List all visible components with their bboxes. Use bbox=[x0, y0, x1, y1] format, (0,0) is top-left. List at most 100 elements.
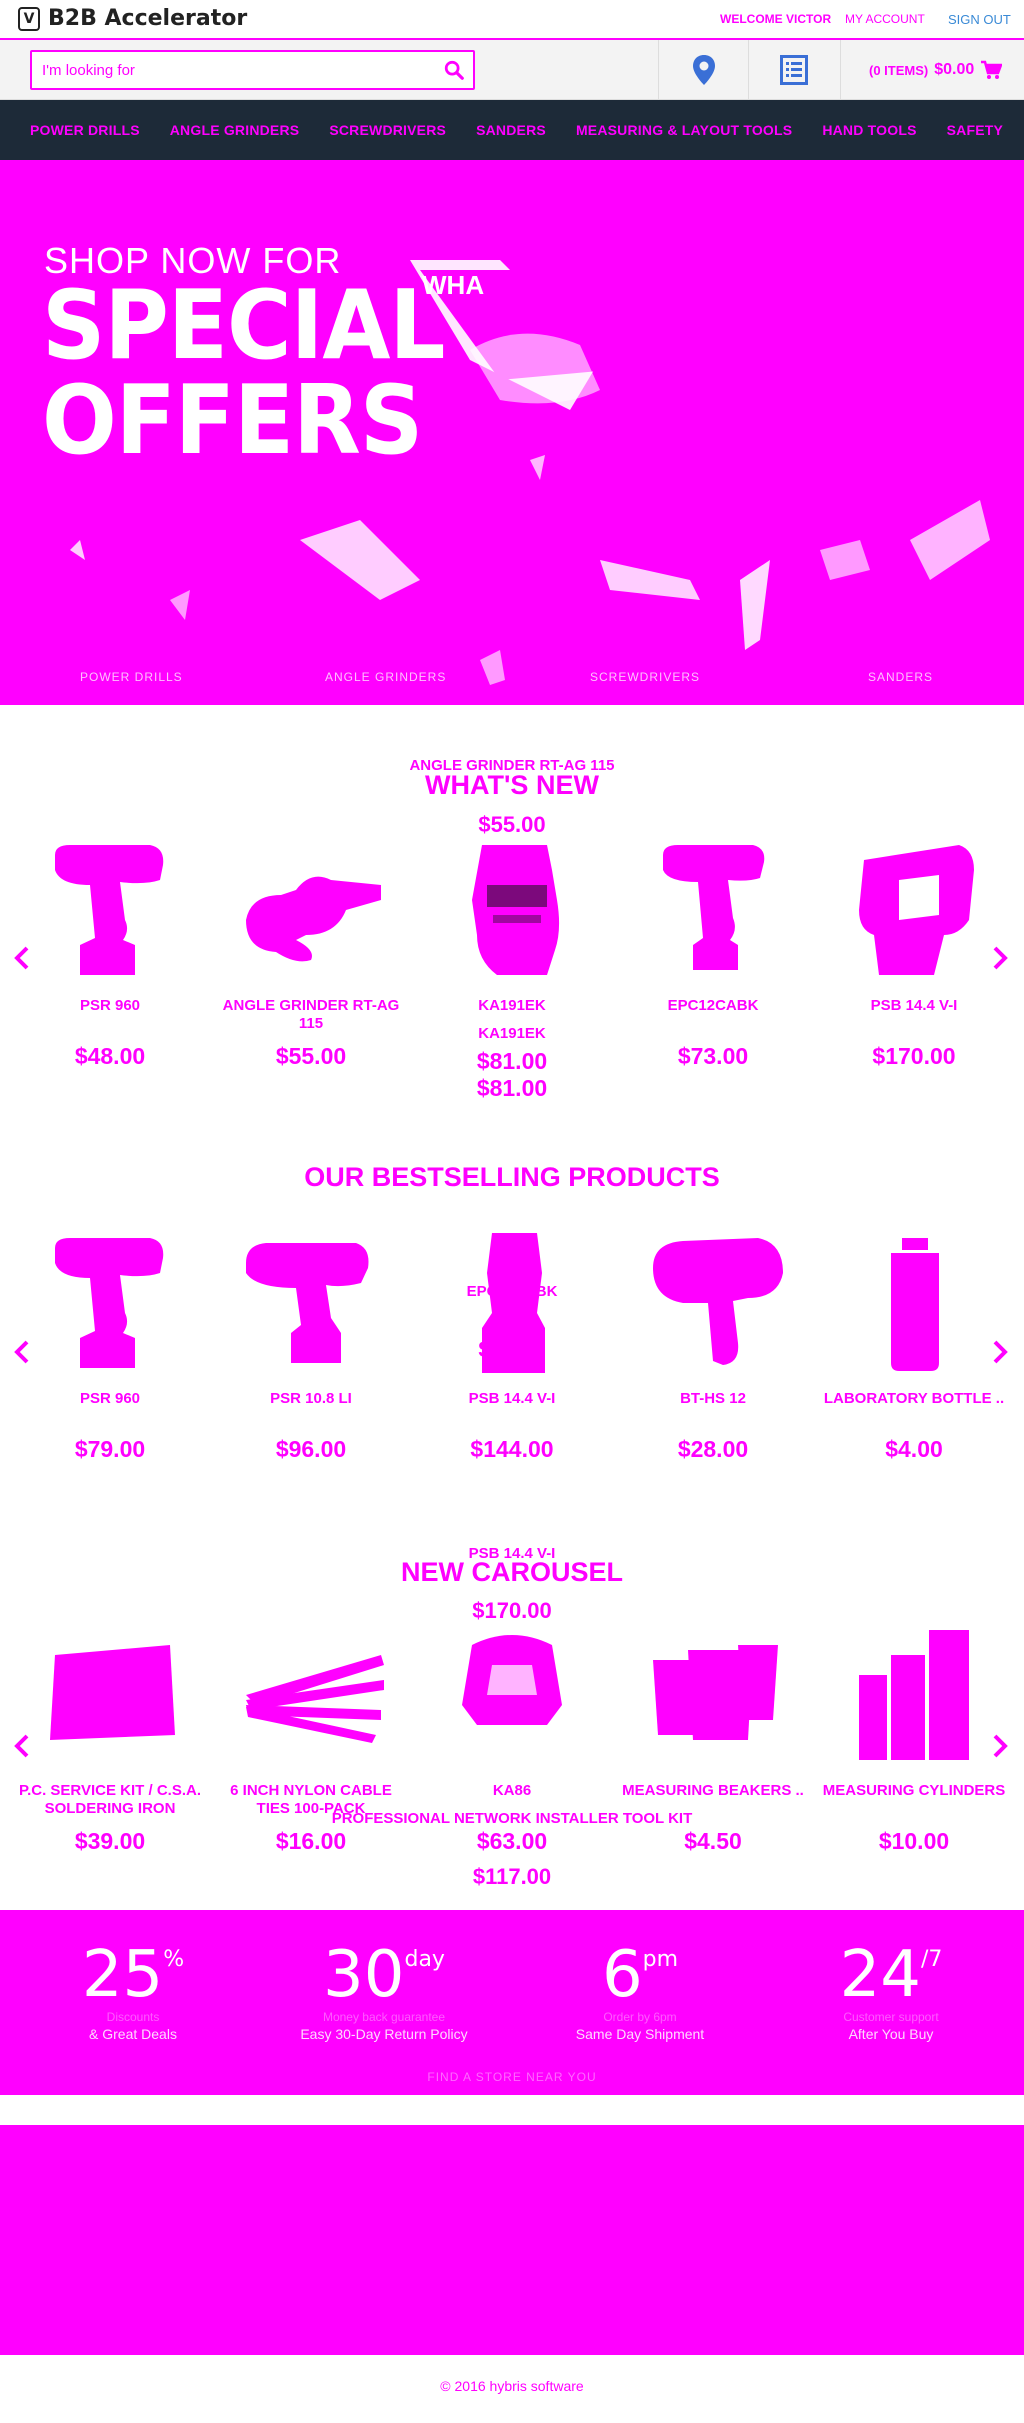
hero-banner[interactable]: SHOP NOW FOR SPECIAL OFFERS WHA POWER DR… bbox=[0, 160, 1024, 705]
nav-item-sanders[interactable]: SANDERS bbox=[476, 122, 546, 138]
product-card[interactable]: ANGLE GRINDER RT-AG 115 $55.00 bbox=[211, 840, 411, 1070]
product-price: $4.50 bbox=[684, 1828, 742, 1854]
mini-cart[interactable]: (0 ITEMS) $0.00 bbox=[840, 40, 1024, 100]
sign-out-link[interactable]: SIGN OUT bbox=[948, 12, 1011, 27]
tool-kit-icon bbox=[472, 845, 560, 975]
hero-label-angle-grinders[interactable]: ANGLE GRINDERS bbox=[325, 670, 446, 684]
feature-description: Same Day Shipment bbox=[575, 2026, 705, 2042]
hero-overlay-text: WHA bbox=[422, 270, 485, 300]
beakers-icon bbox=[653, 1645, 778, 1740]
product-price: $48.00 bbox=[74, 1043, 146, 1069]
grinder-icon bbox=[246, 876, 381, 962]
cable-ties-icon bbox=[246, 1655, 384, 1743]
product-card[interactable]: PSR 10.8 LI $96.00 bbox=[211, 1233, 411, 1463]
features-footer-link[interactable]: FIND A STORE NEAR YOU bbox=[0, 2070, 1024, 2084]
hero-label-sanders[interactable]: SANDERS bbox=[868, 670, 933, 684]
hover-product-price: $170.00 bbox=[472, 1598, 552, 1623]
product-name[interactable]: MEASURING CYLINDERS bbox=[814, 1782, 1014, 1822]
drill-icon bbox=[663, 845, 765, 970]
nav-item-measuring-layout-tools[interactable]: MEASURING & LAYOUT TOOLS bbox=[576, 122, 792, 138]
product-name[interactable]: P.C. SERVICE KIT / C.S.A. SOLDERING IRON bbox=[10, 1782, 210, 1822]
feature-caption: Money back guarantee bbox=[322, 2010, 446, 2024]
feature-unit: day bbox=[404, 1947, 445, 1972]
product-name[interactable]: PSR 960 bbox=[10, 1390, 210, 1430]
hammer-drill-icon bbox=[859, 845, 974, 975]
hero-title-line-2: OFFERS bbox=[42, 364, 423, 476]
hero-label-power-drills[interactable]: POWER DRILLS bbox=[80, 670, 183, 684]
product-name[interactable]: LABORATORY BOTTLE .. bbox=[814, 1390, 1014, 1430]
hero-category-labels: POWER DRILLS ANGLE GRINDERS SCREWDRIVERS… bbox=[0, 670, 1024, 694]
product-name[interactable]: ANGLE GRINDER RT-AG 115 bbox=[211, 997, 411, 1037]
brand-logo[interactable]: V B2B Accelerator bbox=[18, 6, 247, 31]
overlay-product-name: PROFESSIONAL NETWORK INSTALLER TOOL KIT bbox=[331, 1810, 693, 1827]
product-card[interactable]: MEASURING CYLINDERS $10.00 bbox=[814, 1625, 1014, 1855]
store-finder-button[interactable] bbox=[658, 40, 748, 100]
hover-product-price: $55.00 bbox=[478, 812, 546, 837]
feature-discounts: 25% Discounts & Great Deals bbox=[5, 1940, 261, 2042]
feature-description: After You Buy bbox=[848, 2026, 934, 2042]
product-card[interactable]: P.C. SERVICE KIT / C.S.A. SOLDERING IRON… bbox=[10, 1625, 210, 1855]
product-card[interactable]: PSR 960 $48.00 bbox=[10, 840, 210, 1070]
bottle-icon bbox=[891, 1238, 939, 1371]
product-name[interactable]: EPC12CABK bbox=[613, 997, 813, 1037]
feature-caption: Order by 6pm bbox=[603, 2010, 677, 2024]
feature-value: 30 bbox=[323, 1938, 405, 2012]
search-input[interactable] bbox=[32, 52, 432, 88]
product-card[interactable]: PSB 14.4 V-I $170.00 bbox=[814, 840, 1014, 1070]
product-card[interactable]: BT-HS 12 $28.00 bbox=[613, 1233, 813, 1463]
duplicate-product-price: $81.00 bbox=[476, 1075, 548, 1101]
product-card[interactable]: PSR 960 $79.00 bbox=[10, 1233, 210, 1463]
drill-icon bbox=[246, 1243, 369, 1363]
feature-support: 24/7 Customer support After You Buy bbox=[763, 1940, 1019, 2042]
copyright: © 2016 hybris software bbox=[440, 2378, 584, 2394]
product-name[interactable]: PSR 10.8 LI bbox=[211, 1390, 411, 1430]
list-icon bbox=[779, 55, 808, 85]
product-price: $73.00 bbox=[677, 1043, 749, 1069]
product-price: $170.00 bbox=[872, 1043, 956, 1069]
feature-unit: /7 bbox=[921, 1947, 943, 1972]
new-carousel-title: NEW CAROUSEL bbox=[401, 1557, 623, 1587]
product-price: $39.00 bbox=[74, 1828, 146, 1854]
category-nav: POWER DRILLS ANGLE GRINDERS SCREWDRIVERS… bbox=[0, 100, 1024, 160]
nav-item-screwdrivers[interactable]: SCREWDRIVERS bbox=[329, 122, 446, 138]
nav-item-safety[interactable]: SAFETY bbox=[947, 122, 1003, 138]
feature-caption: Discounts bbox=[106, 2010, 160, 2024]
product-price: $79.00 bbox=[74, 1436, 146, 1462]
drill-icon bbox=[55, 1238, 164, 1368]
product-name[interactable]: PSB 14.4 V-I bbox=[412, 1390, 612, 1430]
logo-icon: V bbox=[18, 6, 40, 31]
product-price: $55.00 bbox=[275, 1043, 347, 1069]
search-icon[interactable] bbox=[443, 59, 465, 81]
product-name[interactable]: BT-HS 12 bbox=[613, 1390, 813, 1430]
product-name[interactable]: PSR 960 bbox=[10, 997, 210, 1037]
product-price: $81.00 bbox=[476, 1048, 548, 1074]
heat-gun-icon bbox=[653, 1238, 783, 1365]
product-card[interactable]: KA191EK KA191EK $81.00 $81.00 bbox=[412, 840, 612, 1102]
product-price: $96.00 bbox=[275, 1436, 347, 1462]
quick-order-button[interactable] bbox=[748, 40, 838, 100]
my-account-link[interactable]: MY ACCOUNT bbox=[845, 12, 925, 26]
product-price: $10.00 bbox=[878, 1828, 950, 1854]
product-card[interactable]: EPC12CABK $73.00 bbox=[613, 840, 813, 1070]
cart-icon bbox=[981, 60, 1003, 79]
search-box bbox=[30, 50, 475, 90]
product-name[interactable]: PSB 14.4 V-I bbox=[814, 997, 1014, 1037]
feature-description: Easy 30-Day Return Policy bbox=[300, 2026, 468, 2042]
cart-item-count: (0 ITEMS) bbox=[869, 62, 929, 78]
product-card[interactable]: PSB 14.4 V-I $144.00 bbox=[412, 1233, 612, 1463]
feature-returns: 30day Money back guarantee Easy 30-Day R… bbox=[256, 1940, 512, 2042]
nav-item-angle-grinders[interactable]: ANGLE GRINDERS bbox=[170, 122, 300, 138]
product-card[interactable]: LABORATORY BOTTLE .. $4.00 bbox=[814, 1233, 1014, 1463]
welcome-message: WELCOME VICTOR bbox=[720, 12, 832, 26]
feature-value: 24 bbox=[839, 1938, 921, 2012]
hero-title-line-1: SPECIAL bbox=[42, 269, 445, 381]
map-pin-icon bbox=[692, 55, 715, 85]
product-price: $16.00 bbox=[275, 1828, 347, 1854]
drill-icon bbox=[482, 1233, 545, 1373]
feature-value: 6 bbox=[601, 1938, 643, 2012]
nav-item-hand-tools[interactable]: HAND TOOLS bbox=[822, 122, 916, 138]
feature-shipping: 6pm Order by 6pm Same Day Shipment bbox=[512, 1940, 768, 2042]
features-band: 25% Discounts & Great Deals 30day Money … bbox=[0, 1910, 1024, 2095]
nav-item-power-drills[interactable]: POWER DRILLS bbox=[30, 122, 140, 138]
hero-label-screwdrivers[interactable]: SCREWDRIVERS bbox=[590, 670, 700, 684]
